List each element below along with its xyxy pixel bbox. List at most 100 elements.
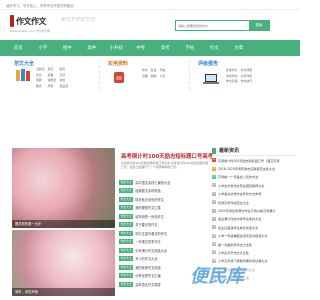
category-link[interactable]: 说明文 (48, 78, 57, 82)
list-item[interactable]: 作文大全 我的理想作文汇集 (119, 204, 209, 213)
news-item[interactable]: 6 优秀高考作文范文大全 (212, 198, 296, 206)
featured-photo-flowers[interactable]: 倾听，你的声音 (12, 230, 115, 296)
category-link[interactable]: 议论 (36, 73, 45, 77)
category-link[interactable]: 字帖 (160, 68, 166, 72)
nav-item-home[interactable]: 首页 (6, 45, 31, 51)
category-link[interactable]: 日记 (59, 73, 68, 77)
category-link[interactable]: 散文 (36, 84, 45, 88)
news-title[interactable]: 小学语文优秀作文写作方法参考 (218, 191, 261, 196)
category-link[interactable]: 叙事 (48, 73, 57, 77)
category-title[interactable]: 评级报告 (198, 60, 218, 67)
nav-item-article[interactable]: 文章 (227, 45, 252, 51)
news-item[interactable]: 10 小学一年级看图说话写话训练题大全 (212, 232, 296, 240)
category-link[interactable]: 诗歌 (142, 74, 148, 78)
category-tag[interactable]: 作文大全 (119, 196, 134, 202)
news-item[interactable]: 11 第一次做家务作文大全集 (212, 240, 296, 248)
nav-item-junior[interactable]: 初中 (55, 45, 80, 51)
nav-item-senior[interactable]: 高中 (80, 45, 105, 51)
list-item-title[interactable]: 高考语文作文指导 (135, 282, 161, 287)
featured-photo-sakura[interactable]: 樱花林的第一大步 (12, 148, 115, 228)
nav-item-zitie[interactable]: 字帖 (178, 45, 203, 51)
news-title[interactable]: 高考前一个月备战二轮的方法 (218, 174, 258, 179)
category-link[interactable]: 记叙文 (36, 67, 45, 71)
nav-item-zhongkao[interactable]: 中考 (129, 45, 154, 51)
category-link[interactable]: 描写 (59, 67, 68, 71)
list-item-title[interactable]: 关于春天的作文 (135, 222, 157, 227)
category-link[interactable]: 作文评语 (226, 79, 238, 83)
category-tag[interactable]: 作文大全 (119, 230, 134, 236)
category-tag[interactable]: 作文大全 (119, 205, 134, 211)
category-title[interactable]: 实用资料 (108, 60, 128, 67)
category-link[interactable]: 名言 (151, 68, 157, 72)
list-item-title[interactable]: 经典散文素材精选 (135, 188, 161, 193)
category-tag[interactable]: 作文大全 (119, 188, 134, 194)
category-link[interactable]: 读后感 (59, 84, 68, 88)
nav-item-essay[interactable]: 作文 (202, 45, 227, 51)
news-item[interactable]: 4 小学生优秀作文范文题目推荐大全 (212, 181, 296, 189)
category-link[interactable]: 作文技巧 (241, 79, 253, 83)
category-tag[interactable]: 作文大全 (119, 179, 134, 185)
category-link[interactable]: 书信 (59, 78, 68, 82)
category-link[interactable]: 游记 (48, 67, 57, 71)
list-item[interactable]: 作文大全 初中生描写春天的作文 (119, 229, 209, 238)
search-button[interactable]: 搜索 (249, 21, 269, 30)
nav-item-xiaoshengchu[interactable]: 小升初 (104, 45, 129, 51)
news-title[interactable]: 小学生写景作文大全集 (218, 250, 249, 255)
list-item-title[interactable]: 一件难忘的事作文 (135, 239, 161, 244)
list-item-title[interactable]: 初中生描写春天的作文 (135, 231, 167, 236)
news-title[interactable]: 2020高考优秀满分作文示例以前高考满分 (218, 208, 275, 213)
news-title[interactable]: 语文满分作文中考作文素材大全 (218, 216, 261, 221)
list-item[interactable]: 作文大全 关于春天的作文 (119, 221, 209, 230)
news-item[interactable]: 1 高考倒计时100天励志短标题口号（面高高考 (212, 156, 296, 164)
news-item[interactable]: 3 高考前一个月备战二轮的方法 (212, 173, 296, 181)
category-link[interactable]: 大全 (160, 74, 166, 78)
category-link[interactable]: 题材 (151, 74, 157, 78)
news-title[interactable]: 小学生优秀作文范文题目推荐大全 (218, 183, 264, 188)
list-item[interactable]: 作文大全 描写秋天景色的作文 (119, 195, 209, 204)
list-item-title[interactable]: 中考满分作文精选大全 (135, 248, 167, 253)
list-item-title[interactable]: 写人的作文大全 (135, 256, 157, 261)
category-tag[interactable]: 作文大全 (119, 247, 134, 253)
category-link[interactable]: 作文评级 (241, 68, 253, 72)
category-link[interactable]: 高考作文 (241, 74, 253, 78)
news-title[interactable]: 优秀高考作文范文大全 (218, 200, 249, 205)
category-tag[interactable]: 作文大全 (119, 264, 134, 270)
list-item[interactable]: 作文大全 中考满分作文精选大全 (119, 246, 209, 255)
site-logo[interactable]: 作文作文 (10, 14, 47, 28)
news-title[interactable]: 第一次做家务作文大全集 (218, 242, 252, 247)
list-item-title[interactable]: 我的老师作文精选 (135, 265, 161, 270)
list-item[interactable]: 作文大全 经典散文素材精选 (119, 187, 209, 196)
news-title[interactable]: 高考倒计时100天励志短标题口号（面高高考 (218, 158, 280, 163)
news-item[interactable]: 8 语文满分作文中考作文素材大全 (212, 215, 296, 223)
category-link[interactable]: 标准评分 (226, 68, 238, 72)
list-item-title[interactable]: 我的理想作文汇集 (135, 205, 161, 210)
news-item[interactable]: 9 班主任寄语学生成长的话大全 (212, 223, 296, 231)
news-title[interactable]: 2016-2020年青年励志演讲稿范文集大全 (218, 166, 275, 171)
news-item[interactable]: 7 2020高考优秀满分作文示例以前高考满分 (212, 206, 296, 214)
news-title[interactable]: 班主任寄语学生成长的话大全 (218, 225, 258, 230)
list-item[interactable]: 作文大全 一件难忘的事作文 (119, 238, 209, 247)
list-item[interactable]: 作文大全 高中语文素材汇编的大全 (119, 178, 209, 187)
category-link[interactable]: 话题 (36, 78, 45, 82)
nav-item-primary[interactable]: 小学 (31, 45, 56, 51)
list-item-title[interactable]: 给妈妈的一封信作文 (135, 214, 164, 219)
search-input[interactable] (178, 22, 248, 29)
category-tag[interactable]: 作文大全 (119, 256, 134, 262)
list-item[interactable]: 作文大全 给妈妈的一封信作文 (119, 212, 209, 221)
list-item-title[interactable]: 描写秋天景色的作文 (135, 197, 164, 202)
featured-headline[interactable]: 高考倒计时100天励志短标题口号高考 (121, 152, 213, 160)
category-link[interactable]: 作文 (142, 68, 148, 72)
category-tag[interactable]: 作文大全 (119, 239, 134, 245)
nav-item-gaokao[interactable]: 高考 (153, 45, 178, 51)
category-link[interactable]: 抒情 (48, 84, 57, 88)
news-item[interactable]: 2 2016-2020年青年励志演讲稿范文集大全 (212, 164, 296, 172)
category-link[interactable]: 中考作文 (226, 74, 238, 78)
category-tag[interactable]: 作文大全 (119, 213, 134, 219)
category-title[interactable]: 范文大全 (14, 60, 34, 67)
news-item[interactable]: 5 小学语文优秀作文写作方法参考 (212, 190, 296, 198)
category-tag[interactable]: 作文大全 (119, 222, 134, 228)
list-item-title[interactable]: 高中语文素材汇编的大全 (135, 180, 170, 185)
news-item[interactable]: 12 小学生写景作文大全集 (212, 248, 296, 256)
news-title[interactable]: 小学一年级看图说话写话训练题大全 (218, 233, 268, 238)
category-tag[interactable]: 作文大全 (119, 281, 134, 287)
